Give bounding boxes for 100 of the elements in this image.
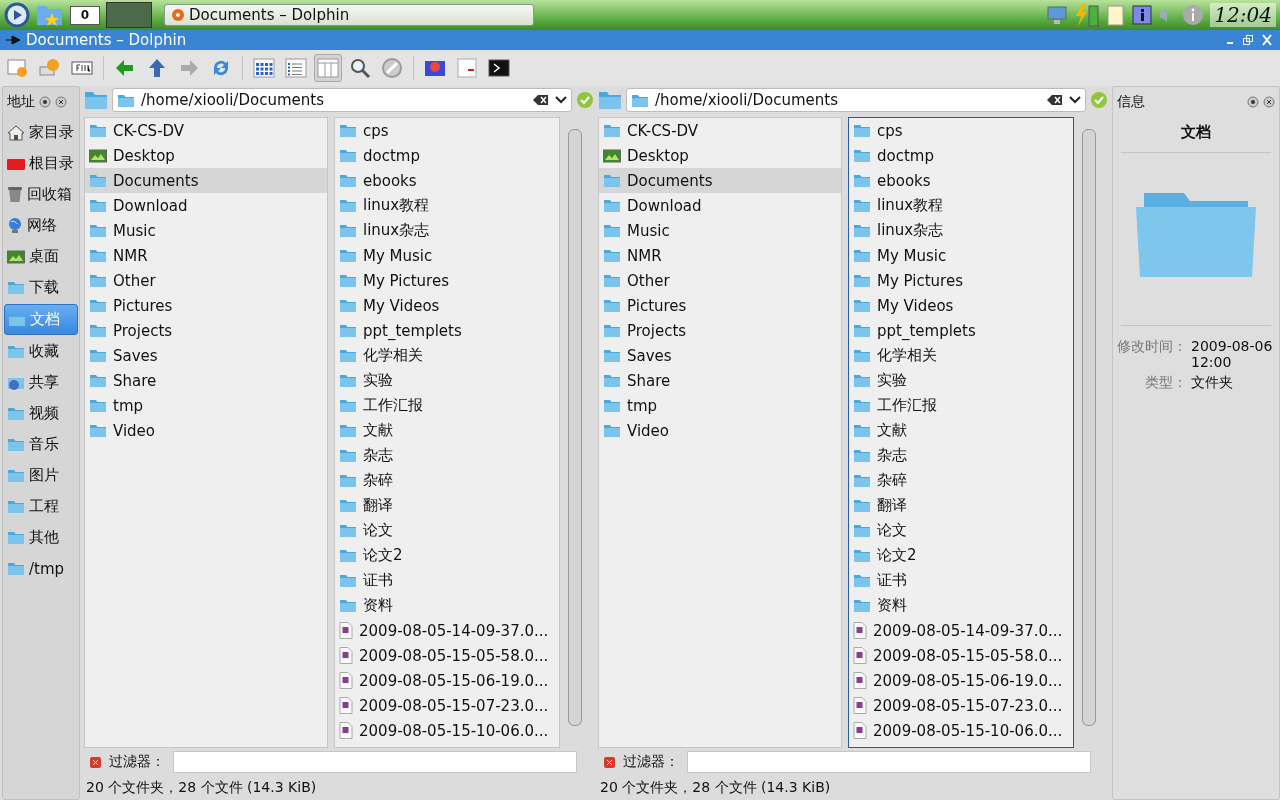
check-icon[interactable] <box>1090 91 1108 109</box>
file-item[interactable]: CK-CS-DV <box>85 118 327 143</box>
file-item[interactable]: Saves <box>599 343 841 368</box>
file-item[interactable]: My Videos <box>335 293 559 318</box>
file-item[interactable]: 工作汇报 <box>335 393 559 418</box>
file-item[interactable]: NMR <box>85 243 327 268</box>
file-item[interactable]: 2009-08-05-14-09-37.0... <box>335 618 559 643</box>
file-item[interactable]: 资料 <box>849 593 1073 618</box>
check-icon[interactable] <box>576 91 594 109</box>
info-circle-icon[interactable] <box>1182 4 1205 26</box>
file-item[interactable]: Other <box>85 268 327 293</box>
file-item[interactable]: 杂碎 <box>335 468 559 493</box>
file-item[interactable]: Projects <box>85 318 327 343</box>
place-item[interactable]: 回收箱 <box>4 180 78 209</box>
place-item[interactable]: 图片 <box>4 461 78 490</box>
close-icon[interactable] <box>1263 96 1275 108</box>
place-item[interactable]: 收藏 <box>4 337 78 366</box>
pin-icon[interactable] <box>6 35 20 45</box>
up-arrow-icon[interactable] <box>146 57 168 79</box>
file-item[interactable]: My Pictures <box>335 268 559 293</box>
location-field[interactable]: /home/xiooli/Documents <box>112 88 572 112</box>
file-item[interactable]: Download <box>599 193 841 218</box>
file-item[interactable]: 2009-08-05-15-07-23.0... <box>849 693 1073 718</box>
file-item[interactable]: Share <box>85 368 327 393</box>
file-item[interactable]: 实验 <box>849 368 1073 393</box>
place-item[interactable]: 其他 <box>4 523 78 552</box>
place-item[interactable]: 下载 <box>4 273 78 302</box>
file-item[interactable]: tmp <box>85 393 327 418</box>
file-item[interactable]: ppt_templets <box>335 318 559 343</box>
file-item[interactable]: 2009-08-05-15-06-19.0... <box>335 668 559 693</box>
file-item[interactable]: 资料 <box>335 593 559 618</box>
place-item[interactable]: 桌面 <box>4 242 78 271</box>
place-item[interactable]: 视频 <box>4 399 78 428</box>
file-item[interactable]: linux教程 <box>335 193 559 218</box>
place-item[interactable]: 网络 <box>4 211 78 240</box>
file-item[interactable]: 论文2 <box>849 543 1073 568</box>
settings-icon[interactable] <box>1247 96 1259 108</box>
launcher-icon[interactable] <box>4 2 30 28</box>
mail-count[interactable]: 0 <box>70 5 100 25</box>
file-item[interactable]: doctmp <box>335 143 559 168</box>
file-item[interactable]: tmp <box>599 393 841 418</box>
file-item[interactable]: Other <box>599 268 841 293</box>
file-item[interactable]: My Music <box>335 243 559 268</box>
file-item[interactable]: 文献 <box>849 418 1073 443</box>
file-item[interactable]: Saves <box>85 343 327 368</box>
file-item[interactable]: Documents <box>85 168 327 193</box>
filter-field[interactable] <box>687 751 1091 773</box>
close-icon[interactable] <box>90 756 101 768</box>
file-item[interactable]: ppt_templets <box>849 318 1073 343</box>
file-item[interactable]: Download <box>85 193 327 218</box>
file-item[interactable]: Pictures <box>85 293 327 318</box>
file-item[interactable]: Projects <box>599 318 841 343</box>
file-item[interactable]: Desktop <box>85 143 327 168</box>
file-item[interactable]: 2009-08-05-15-06-19.0... <box>849 668 1073 693</box>
file-item[interactable]: linux杂志 <box>849 218 1073 243</box>
file-item[interactable]: Music <box>85 218 327 243</box>
file-item[interactable]: 证书 <box>849 568 1073 593</box>
file-item[interactable]: Video <box>599 418 841 443</box>
caret-icon[interactable] <box>555 96 567 104</box>
close-icon[interactable] <box>604 756 615 768</box>
file-item[interactable]: 化学相关 <box>335 343 559 368</box>
file-item[interactable]: 杂志 <box>849 443 1073 468</box>
file-item[interactable]: 2009-08-05-15-10-06.0... <box>335 718 559 743</box>
file-item[interactable]: doctmp <box>849 143 1073 168</box>
file-item[interactable]: Desktop <box>599 143 841 168</box>
battery-icon[interactable] <box>1074 3 1101 27</box>
folder-star-icon[interactable] <box>36 3 64 27</box>
restore-icon[interactable] <box>1242 34 1254 46</box>
monitor-icon[interactable] <box>1046 4 1069 26</box>
settings-icon[interactable] <box>39 96 51 108</box>
file-item[interactable]: My Videos <box>849 293 1073 318</box>
file-item[interactable]: cps <box>849 118 1073 143</box>
file-item[interactable]: 文献 <box>335 418 559 443</box>
file-item[interactable]: ebooks <box>335 168 559 193</box>
close-icon[interactable] <box>55 96 67 108</box>
file-item[interactable]: 2009-08-05-15-10-06.0... <box>849 718 1073 743</box>
file-item[interactable]: 论文 <box>849 518 1073 543</box>
file-item[interactable]: CK-CS-DV <box>599 118 841 143</box>
file-item[interactable]: 工作汇报 <box>849 393 1073 418</box>
file-item[interactable]: My Pictures <box>849 268 1073 293</box>
file-item[interactable]: 2009-08-05-15-05-58.0... <box>849 643 1073 668</box>
file-item[interactable]: NMR <box>599 243 841 268</box>
place-item[interactable]: 家目录 <box>4 118 78 147</box>
file-item[interactable]: linux杂志 <box>335 218 559 243</box>
info-icon[interactable] <box>1132 5 1153 25</box>
file-item[interactable]: 化学相关 <box>849 343 1073 368</box>
file-item[interactable]: 翻译 <box>849 493 1073 518</box>
clear-icon[interactable] <box>533 94 549 106</box>
task-button[interactable]: Documents – Dolphin <box>164 4 534 26</box>
file-item[interactable]: My Music <box>849 243 1073 268</box>
file-item[interactable]: ebooks <box>849 168 1073 193</box>
file-item[interactable]: Music <box>599 218 841 243</box>
place-item[interactable]: 共享 <box>4 368 78 397</box>
filter-field[interactable] <box>173 751 577 773</box>
desktop-pager[interactable] <box>106 2 152 28</box>
file-item[interactable]: Video <box>85 418 327 443</box>
file-item[interactable]: 2009-08-05-15-07-23.0... <box>335 693 559 718</box>
clear-icon[interactable] <box>1047 94 1063 106</box>
file-item[interactable]: Documents <box>599 168 841 193</box>
file-item[interactable]: 杂志 <box>335 443 559 468</box>
